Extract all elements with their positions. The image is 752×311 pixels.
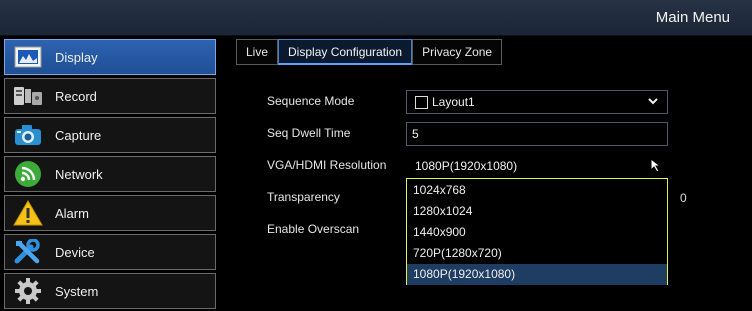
seq-dwell-time-label: Seq Dwell Time [267,126,351,140]
resolution-option[interactable]: 1024x768 [407,180,667,201]
sequence-mode-label: Sequence Mode [267,94,355,108]
sidebar-item-label: Device [55,244,95,260]
transparency-value: 0 [680,191,687,205]
tab-privacy-zone[interactable]: Privacy Zone [412,39,503,65]
sidebar-item-label: Network [55,166,103,182]
sidebar-item-label: Record [55,88,97,104]
sequence-mode-select[interactable]: Layout1 [406,90,668,114]
alarm-icon [13,200,43,226]
sequence-mode-value: Layout1 [432,95,475,109]
title-bar: Main Menu [0,0,752,36]
device-icon [13,239,43,265]
sidebar-item-device[interactable]: Device [4,234,216,270]
sidebar-item-system[interactable]: System [4,273,216,309]
sidebar-item-capture[interactable]: Capture [4,117,216,153]
sidebar: Display Record Capture Network Alarm Dev… [4,39,216,311]
mouse-cursor-icon [649,157,665,178]
sidebar-item-label: Capture [55,127,102,143]
resolution-select[interactable]: 1080P(1920x1080) [406,154,668,178]
enable-overscan-label: Enable Overscan [267,222,360,236]
resolution-label: VGA/HDMI Resolution [267,158,387,172]
resolution-option[interactable]: 1280x1024 [407,201,667,222]
camera-icon [13,122,43,148]
sidebar-item-label: System [55,283,99,299]
sidebar-item-alarm[interactable]: Alarm [4,195,216,231]
sidebar-item-display[interactable]: Display [4,39,216,75]
resolution-option[interactable]: 1440x900 [407,222,667,243]
resolution-dropdown-list: 1024x768 1280x1024 1440x900 720P(1280x72… [406,178,668,285]
record-icon [13,83,43,109]
network-icon [13,161,43,187]
display-icon [13,44,43,70]
tab-bar: Live Display Configuration Privacy Zone [236,39,503,65]
chevron-down-icon [647,95,659,110]
page-title: Main Menu [655,9,730,26]
gear-icon [13,278,43,304]
seq-dwell-time-input[interactable]: 5 [406,122,668,146]
tab-live[interactable]: Live [236,39,279,65]
transparency-label: Transparency [267,190,340,204]
tab-display-configuration[interactable]: Display Configuration [278,39,413,65]
layout-checkbox[interactable] [415,95,428,109]
resolution-value: 1080P(1920x1080) [415,159,518,173]
sidebar-item-record[interactable]: Record [4,78,216,114]
resolution-option[interactable]: 720P(1280x720) [407,243,667,264]
sidebar-item-label: Alarm [55,205,89,221]
sidebar-item-label: Display [55,49,98,65]
sidebar-item-network[interactable]: Network [4,156,216,192]
resolution-option-selected[interactable]: 1080P(1920x1080) [407,264,667,285]
